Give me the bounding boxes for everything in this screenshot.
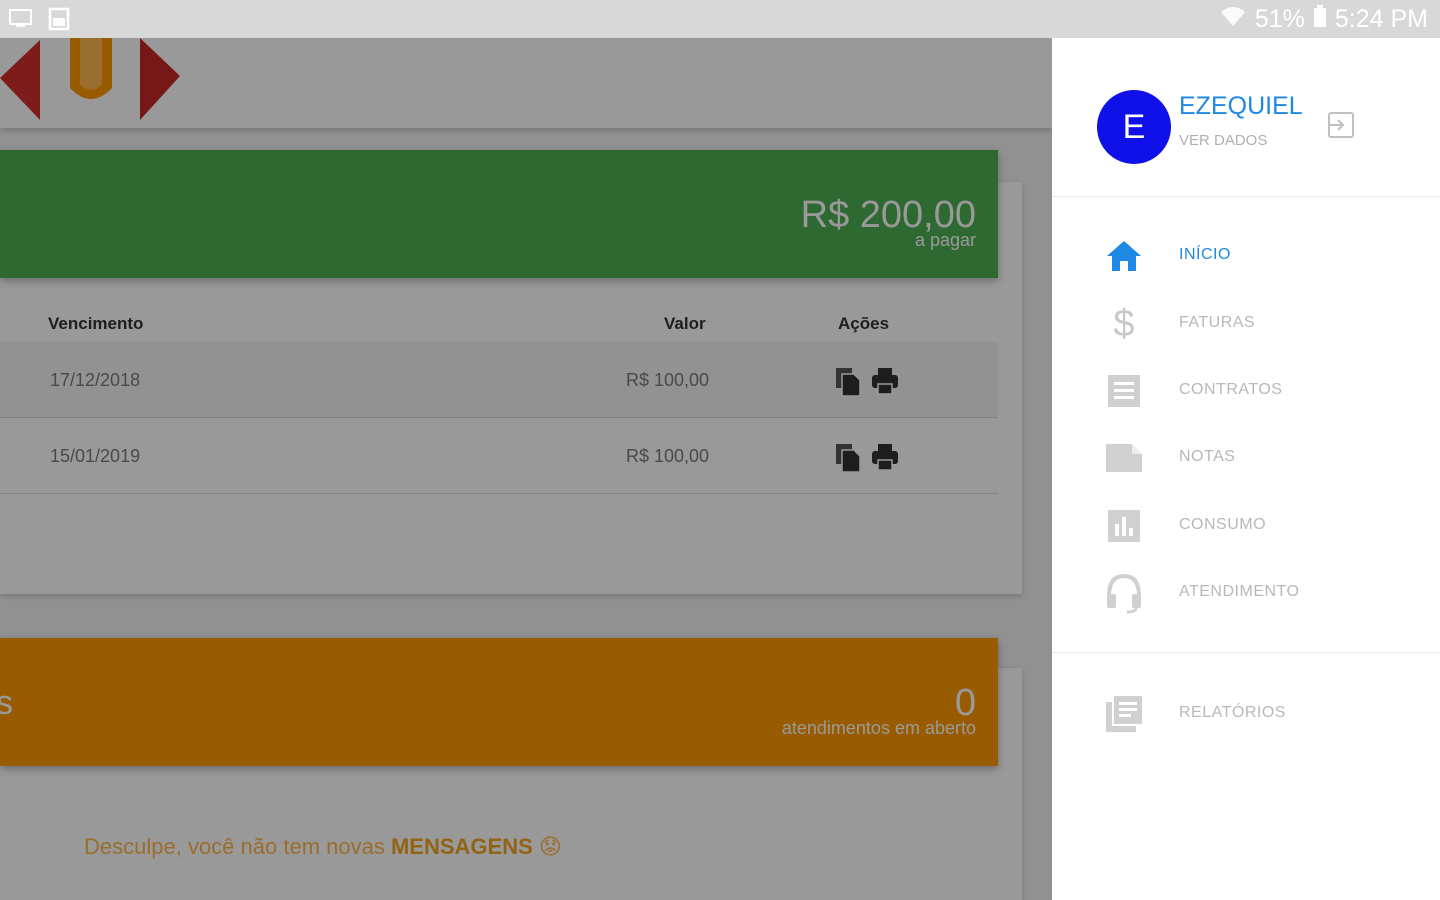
reports-icon bbox=[1104, 694, 1144, 734]
nav-item-label: FATURAS bbox=[1179, 314, 1256, 331]
bar-chart-icon bbox=[1104, 506, 1144, 546]
nav-item-label: NOTAS bbox=[1179, 448, 1236, 465]
nav-item-label: ATENDIMENTO bbox=[1179, 583, 1300, 600]
nav-item-inicio[interactable]: INÍCIO bbox=[1052, 230, 1440, 280]
nav-item-label: RELATÓRIOS bbox=[1179, 704, 1286, 721]
note-icon bbox=[1104, 438, 1144, 478]
nav-item-label: CONTRATOS bbox=[1179, 381, 1283, 398]
nav-item-contratos[interactable]: CONTRATOS bbox=[1052, 365, 1440, 415]
nav-item-label: CONSUMO bbox=[1179, 516, 1267, 533]
document-icon bbox=[1104, 371, 1144, 411]
wifi-icon bbox=[1219, 4, 1247, 35]
battery-percent: 51% bbox=[1254, 5, 1305, 33]
view-profile-link[interactable]: VER DADOS bbox=[1179, 132, 1267, 149]
nav-item-notas[interactable]: NOTAS bbox=[1052, 432, 1440, 482]
image-icon bbox=[48, 7, 70, 36]
nav-item-faturas[interactable]: $ FATURAS bbox=[1052, 298, 1440, 348]
navigation-drawer: E EZEQUIEL VER DADOS INÍCIO $ FATURAS CO… bbox=[1052, 38, 1440, 900]
dollar-icon: $ bbox=[1113, 302, 1135, 345]
battery-icon bbox=[1313, 4, 1327, 35]
drawer-scrim[interactable] bbox=[0, 38, 1052, 900]
nav-item-relatorios[interactable]: RELATÓRIOS bbox=[1052, 688, 1440, 738]
cast-icon bbox=[8, 7, 34, 36]
status-bar: 51% 5:24 PM bbox=[0, 0, 1440, 38]
logout-icon[interactable] bbox=[1326, 110, 1356, 145]
divider bbox=[1052, 652, 1440, 653]
nav-item-atendimento[interactable]: ATENDIMENTO bbox=[1052, 567, 1440, 617]
avatar[interactable]: E bbox=[1097, 90, 1171, 164]
headset-icon bbox=[1104, 573, 1144, 614]
nav-item-label: INÍCIO bbox=[1179, 246, 1231, 263]
user-name[interactable]: EZEQUIEL bbox=[1179, 92, 1303, 121]
divider bbox=[1052, 196, 1440, 197]
home-icon bbox=[1104, 236, 1144, 276]
clock: 5:24 PM bbox=[1334, 5, 1428, 33]
nav-item-consumo[interactable]: CONSUMO bbox=[1052, 500, 1440, 550]
